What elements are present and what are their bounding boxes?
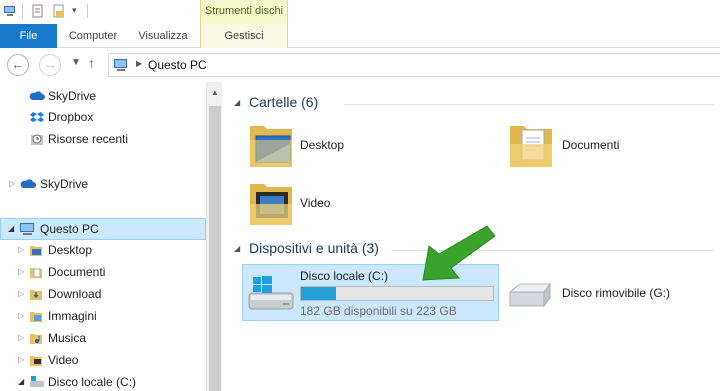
up-arrow-icon[interactable]: ↑ — [88, 55, 95, 71]
folder-icon — [30, 312, 42, 322]
expand-icon[interactable]: ▷ — [18, 333, 24, 342]
sidebar-item-download[interactable]: ▷ Download — [0, 284, 206, 306]
sidebar-item-label: Download — [48, 287, 102, 301]
expand-icon[interactable]: ▷ — [18, 267, 24, 276]
sidebar-item-questo-pc[interactable]: ◢ Questo PC — [0, 218, 206, 240]
breadcrumb[interactable]: Questo PC — [148, 58, 207, 72]
ribbon-tabs: File Computer Visualizza Gestisci — [0, 24, 720, 48]
collapse-icon[interactable]: ◢ — [234, 98, 240, 107]
drive-name: Disco rimovibile (G:) — [562, 286, 671, 300]
tab-gestisci[interactable]: Gestisci — [200, 24, 288, 48]
cloud-icon — [29, 91, 45, 100]
folder-icon — [30, 246, 42, 256]
expand-icon[interactable]: ▷ — [18, 245, 24, 254]
sidebar-item-label: Dropbox — [48, 110, 94, 124]
sidebar-item-label: Immagini — [48, 309, 97, 323]
sidebar-item-label: Video — [48, 353, 79, 367]
green-arrow-icon — [422, 225, 496, 281]
sidebar-item-documenti[interactable]: ▷ Documenti — [0, 262, 206, 284]
address-bar[interactable]: ▶ Questo PC — [108, 53, 720, 77]
dropbox-icon — [30, 112, 44, 122]
expand-icon[interactable]: ▷ — [18, 311, 24, 320]
drive-name: Disco locale (C:) — [300, 269, 389, 283]
sidebar-item-disco-c[interactable]: ◢ Disco locale (C:) — [0, 372, 206, 391]
tab-visualizza[interactable]: Visualizza — [130, 24, 196, 48]
drive-usage-fill — [301, 287, 336, 300]
expand-icon[interactable]: ▷ — [18, 355, 24, 364]
group-title: Dispositivi e unità (3) — [249, 240, 379, 256]
chevron-down-icon[interactable]: ▼ — [71, 57, 81, 68]
sidebar-item-label: Risorse recenti — [48, 132, 129, 146]
drive-g-tile[interactable]: Disco rimovibile (G:) — [506, 278, 716, 312]
drive-icon — [30, 376, 44, 387]
nav-scrollbar[interactable]: ▲ — [206, 82, 222, 391]
scroll-up-icon[interactable]: ▲ — [211, 88, 219, 97]
collapse-icon[interactable]: ◢ — [234, 244, 240, 253]
sidebar-item-recent[interactable]: Risorse recenti — [0, 129, 206, 151]
properties-icon[interactable] — [31, 4, 45, 18]
content-pane: ◢ Cartelle (6) Desktop Documenti Video ◢… — [222, 82, 720, 391]
folder-icon — [30, 268, 42, 278]
sidebar-item-immagini[interactable]: ▷ Immagini — [0, 306, 206, 328]
tab-computer[interactable]: Computer — [62, 24, 124, 48]
folder-label: Documenti — [562, 138, 620, 152]
recent-places-icon — [31, 134, 43, 145]
sidebar-item-skydrive[interactable]: ▷ SkyDrive — [0, 174, 206, 196]
tab-file[interactable]: File — [0, 24, 57, 48]
customize-toolbar-icon[interactable]: ▾ — [72, 5, 77, 16]
collapse-icon[interactable]: ◢ — [8, 224, 14, 233]
sidebar-item-label: SkyDrive — [40, 177, 89, 191]
computer-icon[interactable] — [3, 4, 17, 18]
divider — [87, 4, 88, 18]
sidebar-item-label: Desktop — [48, 243, 93, 257]
drive-free-space: 182 GB disponibili su 223 GB — [300, 304, 457, 318]
sidebar-item-label: Documenti — [48, 265, 106, 279]
drive-usage-bar — [300, 286, 494, 301]
computer-icon — [20, 223, 34, 235]
sidebar-item-video[interactable]: ▷ Video — [0, 350, 206, 372]
back-arrow-icon[interactable]: ← — [7, 54, 29, 76]
folder-icon — [30, 334, 42, 344]
address-row: ← → ▼ ↑ ▶ Questo PC — [0, 48, 720, 82]
windows-drive-icon — [248, 276, 294, 310]
scrollbar-thumb[interactable] — [209, 106, 221, 391]
collapse-icon[interactable]: ◢ — [18, 377, 24, 386]
group-title: Cartelle (6) — [249, 94, 319, 110]
desktop-folder-icon — [250, 126, 292, 167]
cloud-icon — [20, 179, 36, 188]
divider — [22, 4, 23, 18]
sidebar-item-label: SkyDrive — [48, 89, 97, 103]
sidebar-item-label: Musica — [48, 331, 87, 345]
navigation-pane: SkyDrive Dropbox Risorse recenti ▷ SkyDr… — [0, 82, 222, 391]
sidebar-item-skydrive-fav[interactable]: SkyDrive — [0, 86, 206, 108]
computer-icon — [114, 59, 127, 71]
folder-icon — [30, 290, 42, 300]
documents-folder-icon — [510, 126, 552, 167]
folder-documenti[interactable]: Documenti — [508, 120, 718, 176]
new-folder-icon[interactable] — [52, 4, 66, 18]
sidebar-item-musica[interactable]: ▷ Musica — [0, 328, 206, 350]
expand-icon[interactable]: ▷ — [9, 179, 15, 188]
sidebar-item-label: Questo PC — [40, 222, 99, 236]
folder-desktop[interactable]: Desktop — [248, 120, 488, 176]
contextual-group-label: Strumenti dischi — [200, 0, 288, 24]
folder-label: Desktop — [300, 138, 345, 152]
breadcrumb-separator-icon[interactable]: ▶ — [136, 59, 142, 68]
removable-drive-icon — [508, 282, 551, 308]
folder-label: Video — [300, 196, 331, 210]
sidebar-item-desktop[interactable]: ▷ Desktop — [0, 240, 206, 262]
video-folder-icon — [250, 184, 292, 225]
quick-access-toolbar: ▾ Strumenti dischi — [0, 0, 720, 24]
group-header-folders[interactable]: ◢ Cartelle (6) — [234, 94, 714, 114]
sidebar-item-dropbox[interactable]: Dropbox — [0, 107, 206, 129]
folder-icon — [30, 356, 42, 366]
sidebar-item-label: Disco locale (C:) — [48, 375, 137, 389]
forward-arrow-icon[interactable]: → — [39, 54, 61, 76]
expand-icon[interactable]: ▷ — [18, 289, 24, 298]
divider — [344, 104, 714, 105]
